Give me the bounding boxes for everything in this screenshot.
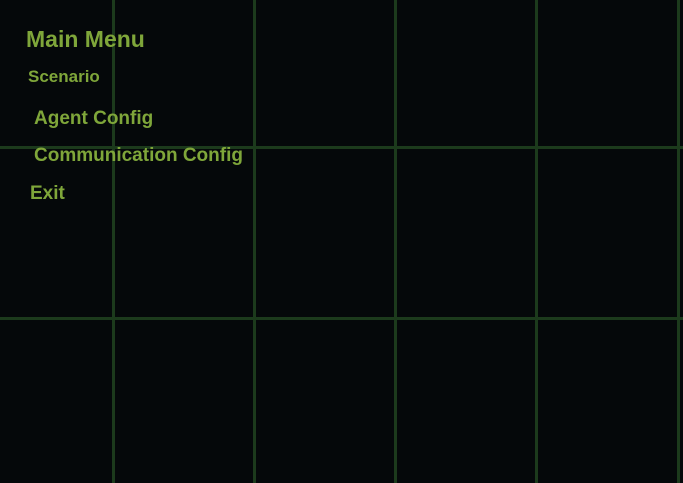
communication-config-menu-item[interactable]: Communication Config bbox=[34, 145, 243, 167]
section-label-scenario: Scenario bbox=[28, 67, 100, 86]
grid-line-horizontal bbox=[0, 317, 683, 320]
grid-line-vertical bbox=[112, 0, 115, 483]
agent-config-menu-item[interactable]: Agent Config bbox=[34, 108, 153, 130]
grid-line-vertical bbox=[677, 0, 680, 483]
grid-line-vertical bbox=[253, 0, 256, 483]
exit-menu-item[interactable]: Exit bbox=[30, 183, 65, 205]
menu-title: Main Menu bbox=[26, 26, 145, 52]
grid-line-vertical bbox=[394, 0, 397, 483]
grid-line-vertical bbox=[535, 0, 538, 483]
main-menu-screen: Main Menu Scenario Agent Config Communic… bbox=[0, 0, 683, 483]
